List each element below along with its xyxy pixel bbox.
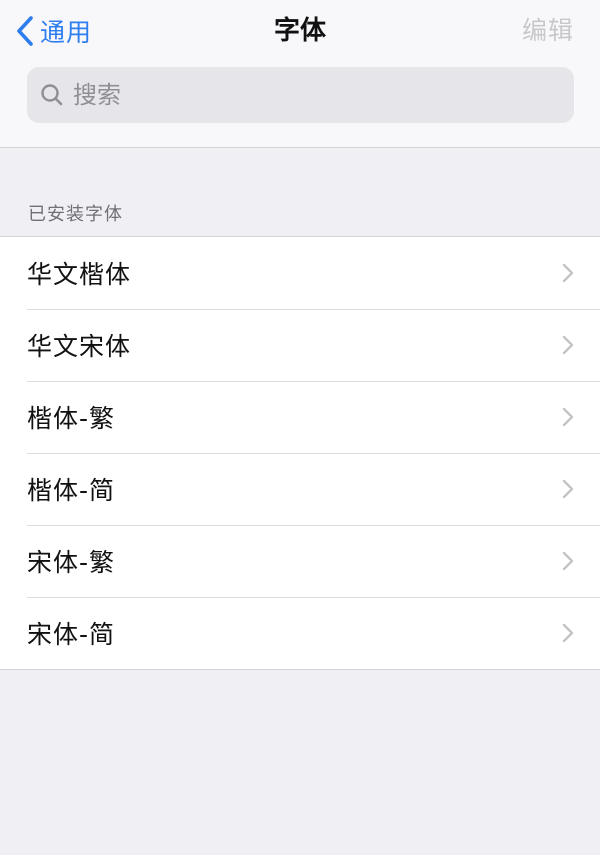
- search-bar[interactable]: [27, 67, 574, 123]
- list-item-label: 宋体-简: [27, 620, 116, 649]
- chevron-right-icon: [562, 407, 574, 427]
- list-item[interactable]: 宋体-繁: [0, 525, 600, 597]
- chevron-right-icon: [562, 623, 574, 643]
- list-item[interactable]: 华文宋体: [0, 309, 600, 381]
- list-item[interactable]: 楷体-繁: [0, 381, 600, 453]
- list-item-label: 楷体-繁: [27, 404, 116, 433]
- search-input[interactable]: [73, 81, 553, 109]
- back-button-label: 通用: [40, 18, 93, 47]
- page-title: 字体: [273, 16, 326, 46]
- section-header-installed-fonts: 已安装字体: [28, 204, 123, 225]
- search-icon: [41, 84, 63, 106]
- list-item[interactable]: 华文楷体: [0, 237, 600, 309]
- chevron-left-icon: [17, 16, 33, 46]
- edit-button[interactable]: 编辑: [522, 12, 574, 50]
- list-item[interactable]: 宋体-简: [0, 597, 600, 669]
- list-item[interactable]: 楷体-简: [0, 453, 600, 525]
- list-item-label: 宋体-繁: [27, 548, 116, 577]
- chevron-right-icon: [562, 335, 574, 355]
- installed-fonts-list: 华文楷体 华文宋体 楷体-繁 楷体-简 宋体-繁 宋体-简: [0, 236, 600, 670]
- navigation-header: 通用 字体 编辑: [0, 0, 600, 148]
- chevron-right-icon: [562, 263, 574, 283]
- list-item-label: 华文宋体: [27, 332, 132, 361]
- chevron-right-icon: [562, 479, 574, 499]
- chevron-right-icon: [562, 551, 574, 571]
- list-item-label: 楷体-简: [27, 476, 116, 505]
- back-button[interactable]: 通用: [14, 12, 92, 50]
- list-item-label: 华文楷体: [27, 260, 132, 289]
